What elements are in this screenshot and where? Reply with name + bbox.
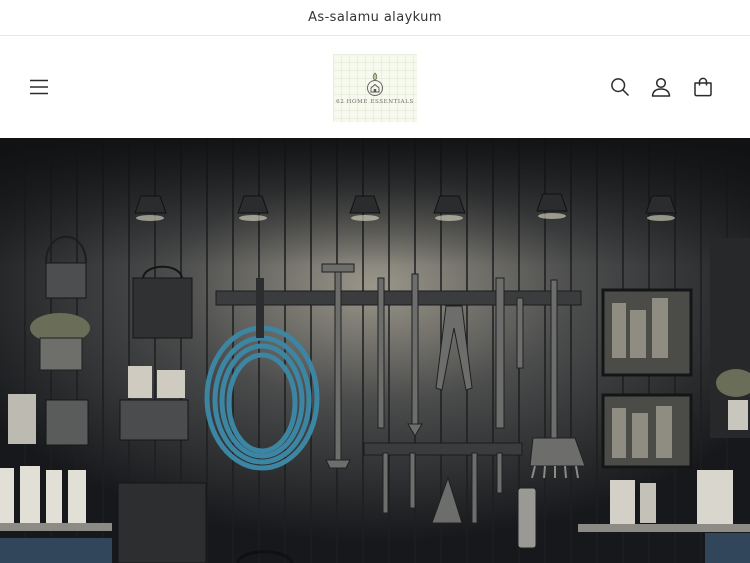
menu-button[interactable]	[21, 69, 57, 105]
announcement-text: As-salamu alaykum	[308, 10, 442, 25]
account-button[interactable]	[643, 69, 679, 105]
search-button[interactable]	[602, 69, 638, 105]
cart-icon	[694, 77, 712, 97]
cart-button[interactable]	[685, 69, 721, 105]
site-header: 62 HOME ESSENTIALS	[0, 36, 750, 138]
store-logo[interactable]: 62 HOME ESSENTIALS	[333, 54, 417, 122]
logo-text: 62 HOME ESSENTIALS	[336, 99, 414, 105]
home-logo-icon	[367, 72, 383, 96]
hamburger-menu-icon	[30, 79, 48, 95]
hero-banner	[0, 138, 750, 563]
search-icon	[611, 78, 630, 97]
account-icon	[651, 77, 671, 97]
garage-tool-wall-image	[0, 138, 750, 563]
announcement-bar: As-salamu alaykum	[0, 0, 750, 36]
